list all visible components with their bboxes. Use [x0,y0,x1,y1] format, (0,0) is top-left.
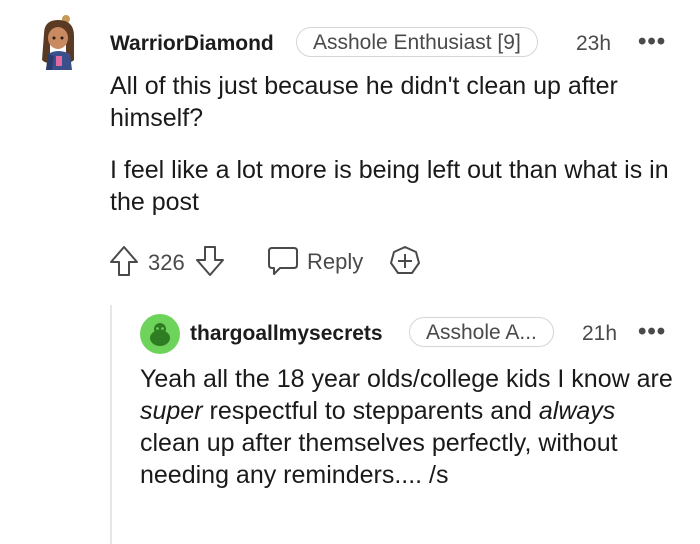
user-flair: Asshole Enthusiast [9] [296,27,538,57]
emphasis-always: always [538,397,616,425]
reply-user-flair: Asshole A... [409,317,554,347]
reply-text: Yeah all the 18 year olds/college kids I… [140,365,673,489]
reply-username[interactable]: thargoallmysecrets [190,322,383,346]
user-avatar[interactable] [36,14,82,72]
comment-username[interactable]: WarriorDiamond [110,32,274,56]
comment-paragraph-1: All of this just because he didn't clean… [110,72,618,132]
vote-score: 326 [148,250,185,275]
comment-timestamp: 23h [576,32,612,55]
more-options-icon[interactable]: ••• [638,30,666,54]
reply-icon[interactable] [266,244,300,278]
reply-button[interactable]: Reply [307,249,363,275]
thread-line[interactable] [110,305,112,544]
emphasis-super: super [140,397,203,425]
reply-user-avatar[interactable] [140,314,180,354]
reply-more-options-icon[interactable]: ••• [638,320,666,344]
reply-timestamp: 21h [582,322,618,345]
upvote-icon[interactable] [108,244,140,278]
award-icon[interactable] [388,244,422,278]
downvote-icon[interactable] [194,244,226,278]
comment-paragraph-2: I feel like a lot more is being left out… [110,156,669,216]
